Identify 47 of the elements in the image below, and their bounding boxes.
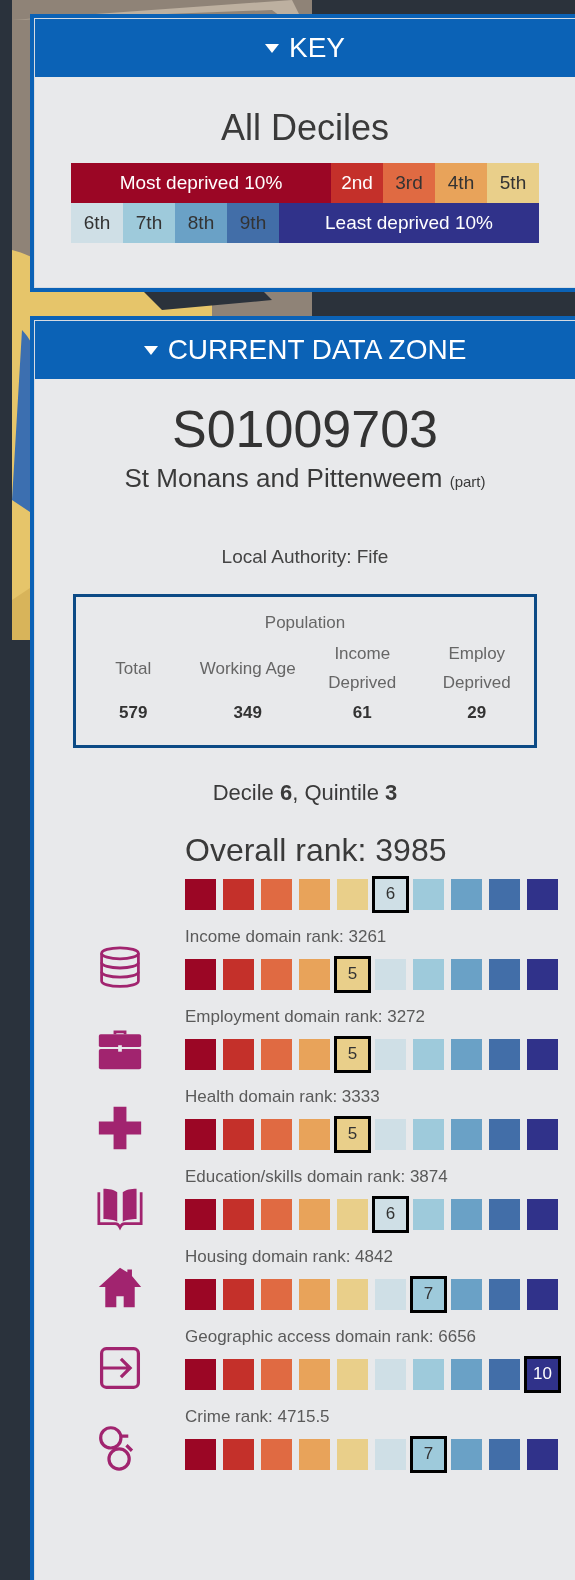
rank-label: Housing domain rank: 4842: [185, 1247, 394, 1267]
decile-marker: 7: [410, 1435, 447, 1473]
arrow-into-box-icon: [97, 1345, 143, 1391]
data-zone-name: St Monans and Pittenweem (part): [124, 463, 486, 494]
decile-swatch: 8th: [175, 203, 227, 243]
caret-icon: [265, 43, 279, 53]
panel-header[interactable]: CURRENT DATA ZONE: [35, 321, 575, 379]
decile-swatch: Least deprived 10%: [279, 203, 539, 243]
decile-swatch: 4th: [435, 163, 487, 203]
decile-swatch: 5th: [487, 163, 539, 203]
population-label: Income Deprived: [327, 643, 398, 694]
population-value: 29: [467, 703, 487, 723]
decile-marker: 10: [524, 1355, 561, 1393]
decile-marker: 7: [410, 1275, 447, 1313]
population-value: 579: [119, 703, 148, 723]
decile-swatch: 9th: [227, 203, 279, 243]
key-heading: All Deciles: [220, 107, 389, 149]
decile-marker: 5: [334, 1115, 371, 1153]
decile-summary: Decile 6, Quintile 3: [212, 780, 398, 806]
rank-label: Geographic access domain rank: 6656: [185, 1327, 478, 1347]
population-title: Population: [264, 613, 346, 633]
coin-stack-icon: [97, 945, 143, 991]
decile-marker: 6: [372, 875, 409, 913]
rank-label: Overall rank: 3985: [185, 832, 448, 869]
decile-swatch: 3rd: [383, 163, 435, 203]
rank-label: Income domain rank: 3261: [185, 927, 388, 947]
local-authority: Local Authority: Fife: [221, 546, 389, 568]
rank-label: Crime rank: 4715.5: [185, 1407, 331, 1427]
decile-marker: 5: [334, 1035, 371, 1073]
population-value: 349: [233, 703, 262, 723]
panel-header[interactable]: KEY: [35, 19, 575, 77]
population-label: Working Age: [199, 657, 296, 680]
rank-label: Health domain rank: 3333: [185, 1087, 381, 1107]
decile-swatch: 2nd: [331, 163, 383, 203]
population-label: Employ Deprived: [441, 643, 512, 694]
rank-label: Employment domain rank: 3272: [185, 1007, 427, 1027]
data-zone-code: S01009703: [171, 399, 438, 459]
decile-marker: 5: [334, 955, 371, 993]
rank-label: Education/skills domain rank: 3874: [185, 1167, 449, 1187]
population-label: Total: [115, 657, 152, 680]
decile-marker: 6: [372, 1195, 409, 1233]
cross-icon: [97, 1105, 143, 1151]
decile-swatch: Most deprived 10%: [71, 163, 331, 203]
caret-icon: [143, 345, 158, 355]
decile-swatch: 7th: [123, 203, 175, 243]
decile-swatch: 6th: [71, 203, 123, 243]
population-value: 61: [352, 703, 372, 723]
